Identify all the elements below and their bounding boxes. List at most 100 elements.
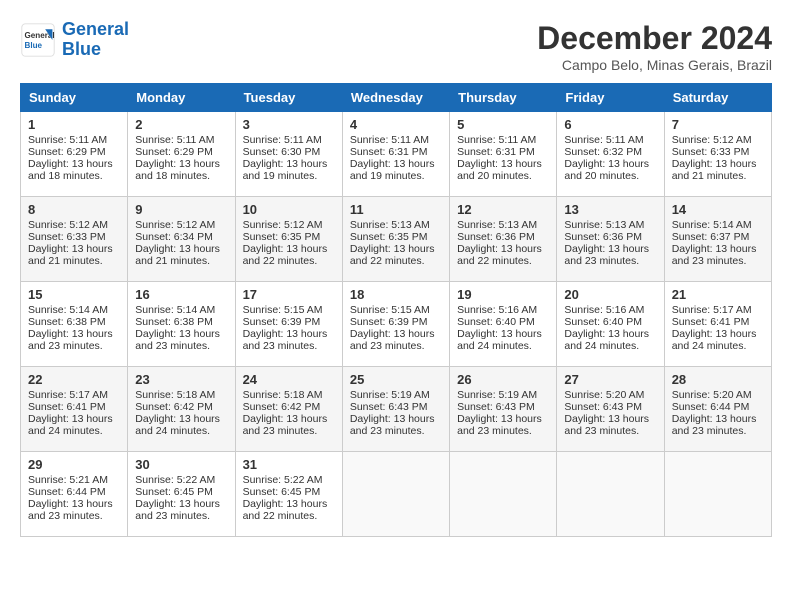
table-cell: 18 Sunrise: 5:15 AM Sunset: 6:39 PM Dayl… xyxy=(342,282,449,367)
daylight-label: Daylight: 13 hours and 23 minutes. xyxy=(672,413,757,437)
table-cell: 19 Sunrise: 5:16 AM Sunset: 6:40 PM Dayl… xyxy=(450,282,557,367)
daylight-label: Daylight: 13 hours and 23 minutes. xyxy=(564,413,649,437)
daylight-label: Daylight: 13 hours and 23 minutes. xyxy=(135,498,220,522)
daylight-label: Daylight: 13 hours and 22 minutes. xyxy=(243,498,328,522)
table-cell: 20 Sunrise: 5:16 AM Sunset: 6:40 PM Dayl… xyxy=(557,282,664,367)
sunrise-label: Sunrise: 5:18 AM xyxy=(243,389,323,401)
day-number: 9 xyxy=(135,202,227,217)
table-cell: 17 Sunrise: 5:15 AM Sunset: 6:39 PM Dayl… xyxy=(235,282,342,367)
day-number: 2 xyxy=(135,117,227,132)
sunrise-label: Sunrise: 5:22 AM xyxy=(135,474,215,486)
sunset-label: Sunset: 6:38 PM xyxy=(135,316,213,328)
daylight-label: Daylight: 13 hours and 20 minutes. xyxy=(564,158,649,182)
sunrise-label: Sunrise: 5:16 AM xyxy=(564,304,644,316)
sunset-label: Sunset: 6:39 PM xyxy=(350,316,428,328)
table-cell: 28 Sunrise: 5:20 AM Sunset: 6:44 PM Dayl… xyxy=(664,367,771,452)
table-cell: 29 Sunrise: 5:21 AM Sunset: 6:44 PM Dayl… xyxy=(21,452,128,537)
sunset-label: Sunset: 6:44 PM xyxy=(672,401,750,413)
table-cell: 4 Sunrise: 5:11 AM Sunset: 6:31 PM Dayli… xyxy=(342,112,449,197)
table-cell: 21 Sunrise: 5:17 AM Sunset: 6:41 PM Dayl… xyxy=(664,282,771,367)
table-cell: 27 Sunrise: 5:20 AM Sunset: 6:43 PM Dayl… xyxy=(557,367,664,452)
table-cell: 1 Sunrise: 5:11 AM Sunset: 6:29 PM Dayli… xyxy=(21,112,128,197)
table-cell: 3 Sunrise: 5:11 AM Sunset: 6:30 PM Dayli… xyxy=(235,112,342,197)
day-number: 15 xyxy=(28,287,120,302)
table-cell: 12 Sunrise: 5:13 AM Sunset: 6:36 PM Dayl… xyxy=(450,197,557,282)
sunset-label: Sunset: 6:40 PM xyxy=(564,316,642,328)
day-number: 13 xyxy=(564,202,656,217)
day-number: 30 xyxy=(135,457,227,472)
title-block: December 2024 Campo Belo, Minas Gerais, … xyxy=(537,20,772,73)
table-cell: 24 Sunrise: 5:18 AM Sunset: 6:42 PM Dayl… xyxy=(235,367,342,452)
sunset-label: Sunset: 6:34 PM xyxy=(135,231,213,243)
daylight-label: Daylight: 13 hours and 21 minutes. xyxy=(135,243,220,267)
table-cell: 23 Sunrise: 5:18 AM Sunset: 6:42 PM Dayl… xyxy=(128,367,235,452)
sunrise-label: Sunrise: 5:21 AM xyxy=(28,474,108,486)
sunset-label: Sunset: 6:37 PM xyxy=(672,231,750,243)
sunrise-label: Sunrise: 5:13 AM xyxy=(564,219,644,231)
weekday-header-row: Sunday Monday Tuesday Wednesday Thursday… xyxy=(21,84,772,112)
daylight-label: Daylight: 13 hours and 24 minutes. xyxy=(564,328,649,352)
sunrise-label: Sunrise: 5:16 AM xyxy=(457,304,537,316)
table-cell: 6 Sunrise: 5:11 AM Sunset: 6:32 PM Dayli… xyxy=(557,112,664,197)
sunrise-label: Sunrise: 5:12 AM xyxy=(28,219,108,231)
table-cell: 10 Sunrise: 5:12 AM Sunset: 6:35 PM Dayl… xyxy=(235,197,342,282)
daylight-label: Daylight: 13 hours and 23 minutes. xyxy=(135,328,220,352)
table-cell: 15 Sunrise: 5:14 AM Sunset: 6:38 PM Dayl… xyxy=(21,282,128,367)
table-cell: 22 Sunrise: 5:17 AM Sunset: 6:41 PM Dayl… xyxy=(21,367,128,452)
table-cell: 25 Sunrise: 5:19 AM Sunset: 6:43 PM Dayl… xyxy=(342,367,449,452)
sunrise-label: Sunrise: 5:19 AM xyxy=(457,389,537,401)
sunset-label: Sunset: 6:43 PM xyxy=(457,401,535,413)
day-number: 22 xyxy=(28,372,120,387)
month-year-title: December 2024 xyxy=(537,20,772,57)
day-number: 23 xyxy=(135,372,227,387)
daylight-label: Daylight: 13 hours and 22 minutes. xyxy=(457,243,542,267)
sunset-label: Sunset: 6:39 PM xyxy=(243,316,321,328)
sunset-label: Sunset: 6:41 PM xyxy=(672,316,750,328)
day-number: 12 xyxy=(457,202,549,217)
table-cell: 30 Sunrise: 5:22 AM Sunset: 6:45 PM Dayl… xyxy=(128,452,235,537)
sunrise-label: Sunrise: 5:11 AM xyxy=(243,134,322,146)
table-cell xyxy=(557,452,664,537)
header-sunday: Sunday xyxy=(21,84,128,112)
daylight-label: Daylight: 13 hours and 23 minutes. xyxy=(350,328,435,352)
day-number: 27 xyxy=(564,372,656,387)
sunset-label: Sunset: 6:33 PM xyxy=(28,231,106,243)
day-number: 20 xyxy=(564,287,656,302)
sunrise-label: Sunrise: 5:12 AM xyxy=(672,134,752,146)
daylight-label: Daylight: 13 hours and 23 minutes. xyxy=(672,243,757,267)
sunrise-label: Sunrise: 5:15 AM xyxy=(243,304,323,316)
table-cell xyxy=(342,452,449,537)
daylight-label: Daylight: 13 hours and 18 minutes. xyxy=(28,158,113,182)
day-number: 19 xyxy=(457,287,549,302)
day-number: 5 xyxy=(457,117,549,132)
sunset-label: Sunset: 6:35 PM xyxy=(243,231,321,243)
sunrise-label: Sunrise: 5:13 AM xyxy=(457,219,537,231)
table-cell: 16 Sunrise: 5:14 AM Sunset: 6:38 PM Dayl… xyxy=(128,282,235,367)
table-cell xyxy=(450,452,557,537)
daylight-label: Daylight: 13 hours and 24 minutes. xyxy=(28,413,113,437)
sunrise-label: Sunrise: 5:17 AM xyxy=(28,389,108,401)
table-cell: 13 Sunrise: 5:13 AM Sunset: 6:36 PM Dayl… xyxy=(557,197,664,282)
sunset-label: Sunset: 6:42 PM xyxy=(135,401,213,413)
daylight-label: Daylight: 13 hours and 19 minutes. xyxy=(350,158,435,182)
sunrise-label: Sunrise: 5:13 AM xyxy=(350,219,430,231)
logo-text: GeneralBlue xyxy=(62,20,129,60)
daylight-label: Daylight: 13 hours and 20 minutes. xyxy=(457,158,542,182)
sunset-label: Sunset: 6:31 PM xyxy=(350,146,428,158)
logo: General Blue GeneralBlue xyxy=(20,20,129,60)
sunset-label: Sunset: 6:36 PM xyxy=(457,231,535,243)
daylight-label: Daylight: 13 hours and 18 minutes. xyxy=(135,158,220,182)
sunset-label: Sunset: 6:29 PM xyxy=(135,146,213,158)
sunset-label: Sunset: 6:45 PM xyxy=(135,486,213,498)
table-cell: 7 Sunrise: 5:12 AM Sunset: 6:33 PM Dayli… xyxy=(664,112,771,197)
day-number: 11 xyxy=(350,202,442,217)
sunset-label: Sunset: 6:41 PM xyxy=(28,401,106,413)
daylight-label: Daylight: 13 hours and 22 minutes. xyxy=(350,243,435,267)
table-cell: 8 Sunrise: 5:12 AM Sunset: 6:33 PM Dayli… xyxy=(21,197,128,282)
sunrise-label: Sunrise: 5:12 AM xyxy=(243,219,323,231)
page-header: General Blue GeneralBlue December 2024 C… xyxy=(20,20,772,73)
calendar-table: Sunday Monday Tuesday Wednesday Thursday… xyxy=(20,83,772,537)
day-number: 1 xyxy=(28,117,120,132)
table-cell: 9 Sunrise: 5:12 AM Sunset: 6:34 PM Dayli… xyxy=(128,197,235,282)
table-cell: 31 Sunrise: 5:22 AM Sunset: 6:45 PM Dayl… xyxy=(235,452,342,537)
